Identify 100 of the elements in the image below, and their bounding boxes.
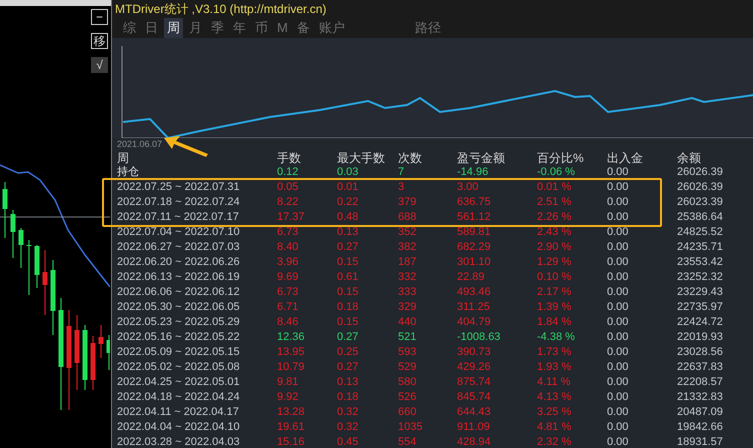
table-cell-text: 382: [398, 240, 418, 254]
side-button[interactable]: −: [91, 9, 108, 25]
column-header: 余额: [677, 152, 702, 164]
tab[interactable]: 综: [120, 18, 139, 38]
table-cell-text: 0.61: [337, 270, 360, 284]
table-cell-text: 561.12: [457, 210, 492, 224]
table-cell-text: 20487.09: [677, 404, 724, 420]
tab[interactable]: 日: [142, 18, 161, 38]
path-tab[interactable]: 路径: [414, 18, 441, 38]
table-cell-text: 1.93 %: [537, 360, 572, 374]
tab[interactable]: M: [274, 18, 291, 38]
table-cell-text: 21332.83: [677, 390, 724, 404]
table-cell-text: 1.29 %: [537, 254, 572, 270]
table-cell-text: 0.00: [607, 194, 630, 210]
column-header: 盈亏金额: [457, 152, 506, 164]
tab[interactable]: 季: [208, 18, 227, 38]
side-button[interactable]: 移: [91, 33, 108, 49]
table-cell-text: 17.37: [277, 210, 306, 224]
table-cell-text: 26026.39: [677, 180, 724, 194]
tab[interactable]: 账户: [316, 18, 348, 38]
table-cell-text: -0.06 %: [537, 164, 576, 180]
tab[interactable]: 年: [230, 18, 249, 38]
candle: [26, 240, 32, 296]
chart-start-date: 2021.06.07: [117, 138, 162, 151]
table-cell-text: 0.15: [337, 314, 360, 330]
table-cell-text: 333: [398, 284, 418, 300]
table-cell-text: 1.84 %: [537, 314, 572, 330]
table-cell-text: 1.73 %: [537, 344, 572, 360]
table-cell-text: 329: [398, 300, 418, 314]
table-cell-text: 688: [398, 210, 418, 224]
table-cell-text: 6.73: [277, 284, 300, 300]
table-cell-text: 493.46: [457, 284, 492, 300]
table-cell-text: 0.25: [337, 344, 360, 360]
table-cell-text: 2.43 %: [537, 224, 572, 240]
table-cell-text: 2022.07.25 ~ 2022.07.31: [117, 180, 241, 194]
candle: [98, 324, 104, 358]
tab[interactable]: 周: [164, 18, 183, 38]
tab[interactable]: 备: [294, 18, 313, 38]
table-cell-text: 2022.05.09 ~ 2022.05.15: [117, 344, 241, 360]
table-cell-text: 2022.04.04 ~ 2022.04.10: [117, 420, 241, 434]
table-cell-text: 25386.64: [677, 210, 724, 224]
table-cell-text: 0.48: [337, 210, 360, 224]
table-cell-text: 15.16: [277, 434, 306, 448]
table-cell-text: -14.96: [457, 164, 490, 180]
table-cell-text: 9.81: [277, 374, 300, 390]
table-cell-text: 24235.71: [677, 240, 724, 254]
table-cell-text: 2.90 %: [537, 240, 572, 254]
table-cell-text: 390.73: [457, 344, 492, 360]
candle: [42, 250, 48, 316]
table-cell-text: 845.74: [457, 390, 492, 404]
table-cell-text: 187: [398, 254, 418, 270]
table-cell-text: 301.10: [457, 254, 492, 270]
table-cell-text: 332: [398, 270, 418, 284]
table-cell-text: 23553.42: [677, 254, 724, 270]
column-header: 次数: [398, 152, 423, 164]
table-cell-text: 2022.07.04 ~ 2022.07.10: [117, 224, 241, 240]
table-cell-text: 0.18: [337, 390, 360, 404]
table-cell-text: 0.00: [607, 434, 630, 448]
table-cell-text: 0.15: [337, 254, 360, 270]
tab[interactable]: 币: [252, 18, 271, 38]
table-cell-text: 2022.04.18 ~ 2022.04.24: [117, 390, 241, 404]
table-cell-text: 6.73: [277, 224, 300, 240]
table-cell-text: 428.94: [457, 434, 492, 448]
table-cell-text: 18931.57: [677, 434, 724, 448]
column-header: 最大手数: [337, 152, 386, 164]
table-cell-text: 0.00: [607, 254, 630, 270]
table-cell-text: 0.27: [337, 240, 360, 254]
table-cell-text: 19842.66: [677, 420, 724, 434]
table-cell-text: 911.09: [457, 420, 491, 434]
table-cell-text: 0.00: [607, 180, 630, 194]
candle: [18, 228, 24, 268]
table-cell-text: 12.36: [277, 330, 306, 344]
table-cell-text: 429.26: [457, 360, 492, 374]
tab[interactable]: 月: [186, 18, 205, 38]
table-cell-text: 10.79: [277, 360, 306, 374]
table-cell-text: 440: [398, 314, 418, 330]
table-cell-text: 26023.39: [677, 194, 724, 210]
table-cell-text: 526: [398, 390, 418, 404]
table-cell-text: 0.32: [337, 404, 360, 420]
table-cell-text: 0.27: [337, 360, 360, 374]
table-cell-text: 1.39 %: [537, 300, 572, 314]
table-cell-text: 2022.05.16 ~ 2022.05.22: [117, 330, 241, 344]
table-cell-text: -4.38 %: [537, 330, 576, 344]
table-cell-text: 6.71: [277, 300, 300, 314]
candle: [10, 210, 16, 258]
column-header: 百分比%: [537, 152, 585, 164]
table-cell-text: 2022.05.02 ~ 2022.05.08: [117, 360, 241, 374]
table-cell-text: 0.13: [337, 374, 360, 390]
table-cell-text: 0.00: [607, 240, 630, 254]
table-cell-text: 529: [398, 360, 418, 374]
side-button[interactable]: √: [91, 57, 108, 73]
table-cell-text: 2.17 %: [537, 284, 572, 300]
table-cell-text: 0.03: [337, 164, 360, 180]
table-cell-text: 24825.52: [677, 224, 724, 240]
table-cell-text: 2022.06.27 ~ 2022.07.03: [117, 240, 241, 254]
table-cell-text: 7: [398, 164, 406, 180]
table-cell-text: 554: [398, 434, 418, 448]
table-cell-text: 0.00: [607, 210, 630, 224]
table-cell-text: 352: [398, 224, 418, 240]
table-cell-text: 660: [398, 404, 418, 420]
